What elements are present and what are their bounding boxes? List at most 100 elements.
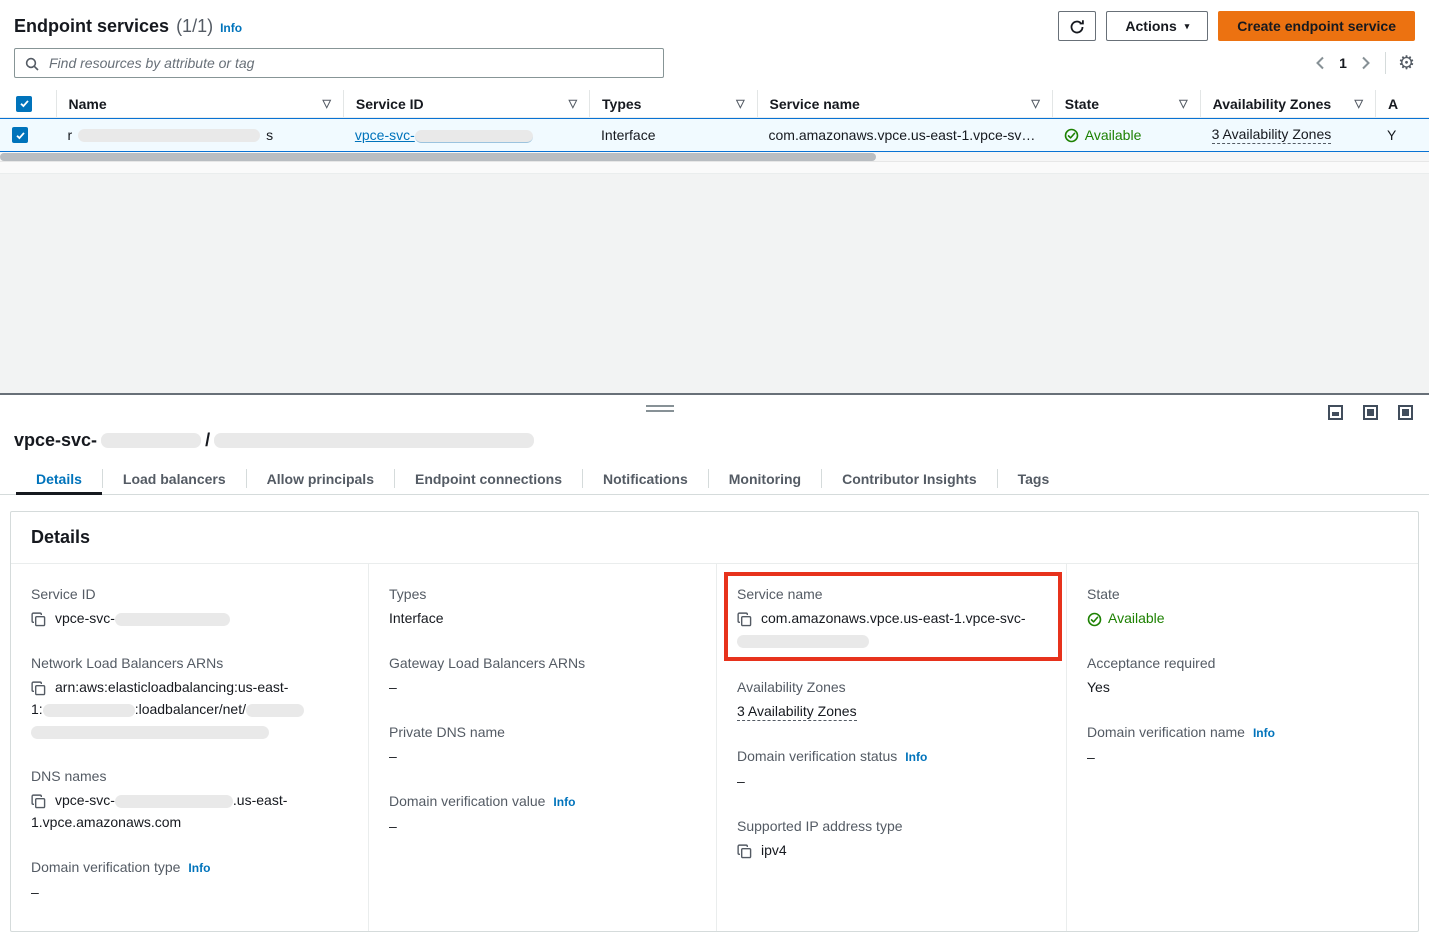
page-info-link[interactable]: Info: [220, 21, 242, 35]
table-header-row: Name ▽ Service ID ▽ Types ▽ Service name…: [0, 90, 1429, 118]
availability-zones-popover-link[interactable]: 3 Availability Zones: [1212, 126, 1332, 144]
availability-zones-popover-link[interactable]: 3 Availability Zones: [737, 703, 857, 721]
service-id-prefix: vpce-svc-: [355, 127, 415, 143]
sort-icon[interactable]: ▽: [322, 97, 330, 110]
split-panel-drag-handle-icon[interactable]: [646, 405, 674, 415]
tab-notifications[interactable]: Notifications: [583, 463, 708, 494]
next-page-button[interactable]: [1359, 54, 1373, 72]
tab-tags[interactable]: Tags: [998, 463, 1070, 494]
field-label: Gateway Load Balancers ARNs: [389, 653, 696, 673]
actions-button[interactable]: Actions ▾: [1106, 11, 1208, 41]
field-value: –: [389, 815, 696, 837]
info-link[interactable]: Info: [188, 861, 210, 875]
state-badge: Available: [1064, 127, 1142, 144]
current-page-number: 1: [1339, 55, 1347, 71]
label-text: Domain verification type: [31, 859, 180, 875]
redacted-text: [246, 704, 304, 717]
column-header-overflow: A: [1375, 90, 1429, 117]
field-value: com.amazonaws.vpce.us-east-1.vpce-svc-: [737, 607, 1049, 651]
sort-icon[interactable]: ▽: [569, 97, 577, 110]
select-all-checkbox[interactable]: [16, 96, 32, 112]
details-column-2: Types Interface Gateway Load Balancers A…: [368, 564, 716, 931]
field-value: vpce-svc-: [31, 607, 348, 629]
scrollbar-thumb[interactable]: [0, 153, 876, 161]
tab-contributor-insights[interactable]: Contributor Insights: [822, 463, 997, 494]
create-endpoint-service-button[interactable]: Create endpoint service: [1218, 11, 1415, 41]
row-checkbox[interactable]: [12, 127, 28, 143]
resource-count: (1/1): [176, 16, 213, 37]
copy-icon[interactable]: [31, 792, 46, 808]
field-label: Availability Zones: [737, 677, 1046, 697]
tab-details[interactable]: Details: [16, 463, 102, 494]
column-header-name: Name ▽: [56, 90, 343, 117]
details-column-1: Service ID vpce-svc- Network Load Balanc…: [11, 564, 368, 931]
service-id-link[interactable]: vpce-svc-: [355, 127, 533, 143]
copy-icon[interactable]: [737, 842, 752, 858]
refresh-button[interactable]: [1058, 11, 1096, 41]
column-label: Name: [69, 96, 107, 112]
tab-allow-principals[interactable]: Allow principals: [247, 463, 394, 494]
horizontal-scrollbar: [0, 152, 1429, 162]
sort-icon[interactable]: ▽: [1031, 97, 1039, 110]
check-circle-icon: [1064, 127, 1079, 144]
page-title: Endpoint services: [14, 16, 169, 37]
info-link[interactable]: Info: [1253, 726, 1275, 740]
column-label: Service ID: [356, 96, 424, 112]
field-label: Domain verification name Info: [1087, 722, 1398, 743]
value-text: vpce-svc-: [55, 610, 115, 626]
create-button-label: Create endpoint service: [1237, 18, 1396, 34]
title-group: Endpoint services (1/1) Info: [14, 16, 242, 37]
sort-icon[interactable]: ▽: [1355, 97, 1363, 110]
search-box: [14, 48, 664, 78]
column-label: Types: [602, 96, 641, 112]
details-card: Details Service ID vpce-svc- Network Loa…: [10, 511, 1419, 932]
info-link[interactable]: Info: [905, 750, 927, 764]
copy-icon[interactable]: [737, 610, 752, 626]
value-text: 1.vpce.amazonaws.com: [31, 814, 181, 830]
tab-load-balancers[interactable]: Load balancers: [103, 463, 246, 494]
details-card-heading: Details: [11, 512, 1418, 564]
state-label: Available: [1085, 127, 1142, 143]
field-nlb-arns: Network Load Balancers ARNs arn:aws:elas…: [31, 653, 348, 742]
check-circle-icon: [1087, 607, 1102, 629]
column-header-service-id: Service ID ▽: [343, 90, 589, 117]
value-text: vpce-svc-: [55, 792, 115, 808]
split-panel-position-controls: [1328, 405, 1413, 420]
column-label: State: [1065, 96, 1099, 112]
name-text: s: [266, 127, 273, 143]
row-select-cell: [0, 127, 55, 143]
redacted-text: [737, 635, 869, 648]
redacted-text: [115, 795, 233, 808]
redacted-text: [31, 726, 269, 739]
table-bottom-strip: [0, 162, 1429, 174]
info-link[interactable]: Info: [553, 795, 575, 809]
copy-icon[interactable]: [31, 679, 46, 695]
overflow-value: Y: [1387, 127, 1396, 143]
table-settings-gear-icon[interactable]: ⚙: [1398, 54, 1415, 73]
search-input[interactable]: [14, 48, 664, 78]
panel-position-half-icon[interactable]: [1363, 405, 1378, 420]
select-all-cell: [0, 90, 56, 117]
caret-down-icon: ▾: [1185, 21, 1190, 32]
tab-endpoint-connections[interactable]: Endpoint connections: [395, 463, 582, 494]
previous-page-button[interactable]: [1313, 54, 1327, 72]
sort-icon[interactable]: ▽: [736, 97, 744, 110]
state-badge: Available: [1087, 607, 1398, 629]
panel-title-prefix: vpce-svc-: [14, 430, 97, 451]
tab-monitoring[interactable]: Monitoring: [709, 463, 821, 494]
cell-availability-zones: 3 Availability Zones: [1200, 126, 1375, 144]
redacted-text: [43, 704, 135, 717]
pagination: 1 ⚙: [1313, 52, 1415, 74]
column-label: Service name: [770, 96, 860, 112]
panel-position-full-icon[interactable]: [1398, 405, 1413, 420]
field-types: Types Interface: [389, 584, 696, 629]
field-label: Network Load Balancers ARNs: [31, 653, 348, 673]
column-header-state: State ▽: [1052, 90, 1200, 117]
split-panel-title: vpce-svc- /: [14, 427, 1415, 453]
label-text: Domain verification name: [1087, 724, 1245, 740]
value-text: :loadbalancer/net/: [135, 701, 246, 717]
panel-position-bottom-icon[interactable]: [1328, 405, 1343, 420]
copy-icon[interactable]: [31, 610, 46, 626]
field-value: –: [1087, 746, 1398, 768]
sort-icon[interactable]: ▽: [1179, 97, 1187, 110]
